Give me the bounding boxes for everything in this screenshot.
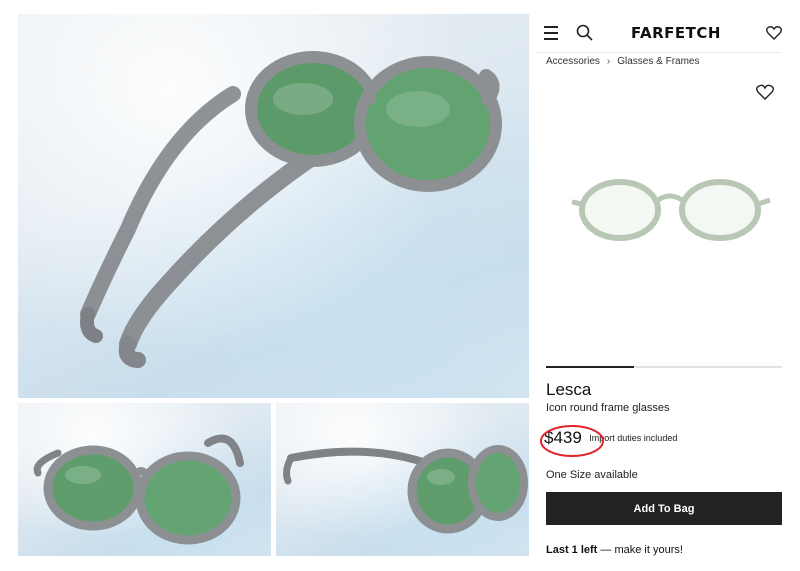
glasses-photo-angle — [80, 51, 502, 368]
gallery-progress — [546, 366, 782, 368]
menu-icon[interactable] — [544, 26, 558, 40]
heart-icon[interactable] — [766, 25, 782, 40]
product-photo-side-right — [276, 403, 529, 556]
breadcrumb-item-accessories[interactable]: Accessories — [546, 56, 600, 67]
product-image[interactable] — [542, 78, 782, 366]
add-to-bag-button[interactable]: Add To Bag — [546, 492, 782, 525]
heart-icon[interactable] — [756, 84, 774, 100]
product-brand[interactable]: Lesca — [546, 380, 591, 400]
search-icon[interactable] — [576, 24, 593, 41]
product-photo-main — [18, 14, 529, 398]
glasses-photo-front — [33, 434, 244, 545]
brand-logo[interactable]: FARFETCH — [631, 24, 721, 42]
annotation-circle — [540, 425, 604, 457]
top-navigation-bar: FARFETCH — [536, 14, 782, 53]
size-availability: One Size available — [546, 469, 638, 481]
product-photo-front-left — [18, 403, 271, 556]
stock-message-text: — make it yours! — [597, 544, 683, 556]
stock-message: Last 1 left — make it yours! — [546, 544, 683, 556]
price-row: $439 Import duties included — [540, 425, 677, 457]
chevron-right-icon: › — [606, 56, 611, 67]
glasses-product-image — [571, 179, 771, 241]
breadcrumb-item-glasses-frames[interactable]: Glasses & Frames — [617, 56, 699, 67]
stock-count: Last 1 left — [546, 544, 598, 556]
product-description: Icon round frame glasses — [546, 402, 670, 414]
glasses-photo-side — [283, 445, 528, 534]
product-page-panel: FARFETCH Accessories › Glasses & Frames Le… — [536, 14, 782, 564]
breadcrumb: Accessories › Glasses & Frames — [546, 56, 700, 67]
